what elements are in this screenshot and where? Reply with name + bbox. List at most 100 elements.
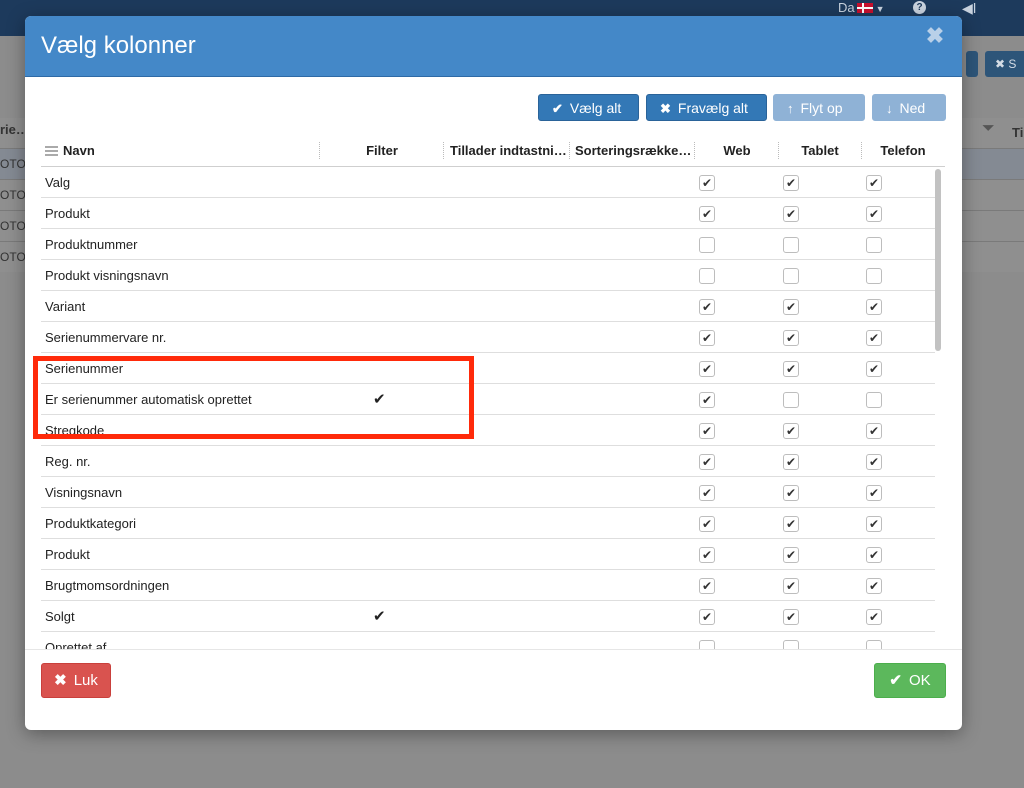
list-icon	[45, 146, 58, 156]
row-name: Reg. nr.	[45, 454, 91, 469]
table-row[interactable]: Produkt ✔ ✔ ✔	[41, 539, 935, 570]
table-row[interactable]: Serienummervare nr. ✔ ✔ ✔	[41, 322, 935, 353]
tablet-checkbox[interactable]: ✔	[783, 516, 799, 532]
caret-down-icon: ▼	[875, 4, 885, 14]
web-checkbox[interactable]: ✔	[699, 423, 715, 439]
tablet-checkbox[interactable]	[783, 640, 799, 649]
phone-checkbox[interactable]	[866, 268, 882, 284]
tablet-checkbox[interactable]: ✔	[783, 423, 799, 439]
tablet-checkbox[interactable]: ✔	[783, 175, 799, 191]
column-header-web[interactable]: Web	[696, 134, 778, 167]
background-toolbar-button: ✖ S	[985, 51, 1024, 77]
column-divider	[569, 142, 570, 159]
table-row[interactable]: Solgt ✔ ✔ ✔ ✔	[41, 601, 935, 632]
phone-checkbox[interactable]: ✔	[866, 578, 882, 594]
web-checkbox[interactable]	[699, 640, 715, 649]
tablet-checkbox[interactable]	[783, 237, 799, 253]
web-checkbox[interactable]: ✔	[699, 485, 715, 501]
row-name: Produkt	[45, 206, 90, 221]
phone-checkbox[interactable]	[866, 237, 882, 253]
web-checkbox[interactable]: ✔	[699, 330, 715, 346]
filter-check-icon: ✔	[373, 608, 386, 625]
move-up-button[interactable]: ↑ Flyt op	[773, 94, 865, 121]
table-row[interactable]: Produktnummer	[41, 229, 935, 260]
web-checkbox[interactable]: ✔	[699, 299, 715, 315]
column-header-phone[interactable]: Telefon	[863, 134, 943, 167]
column-divider	[694, 142, 695, 159]
tablet-checkbox[interactable]: ✔	[783, 361, 799, 377]
deselect-all-button[interactable]: ✖ Fravælg alt	[646, 94, 767, 121]
phone-checkbox[interactable]: ✔	[866, 485, 882, 501]
arrow-up-icon: ↑	[787, 101, 794, 116]
grid-scrollbar[interactable]	[935, 169, 941, 351]
table-row[interactable]: Variant ✔ ✔ ✔	[41, 291, 935, 322]
row-name: Oprettet af	[45, 640, 107, 649]
web-checkbox[interactable]: ✔	[699, 516, 715, 532]
tablet-checkbox[interactable]: ✔	[783, 578, 799, 594]
speaker-icon[interactable]: ◀ǀ	[962, 0, 976, 16]
phone-checkbox[interactable]: ✔	[866, 516, 882, 532]
x-icon: ✖	[660, 101, 671, 116]
row-name: Serienummervare nr.	[45, 330, 167, 345]
tablet-checkbox[interactable]: ✔	[783, 547, 799, 563]
table-row[interactable]: Oprettet af	[41, 632, 935, 649]
row-name: Produktnummer	[45, 237, 138, 252]
close-icon[interactable]: ✖	[925, 25, 945, 47]
web-checkbox[interactable]: ✔	[699, 547, 715, 563]
language-selector[interactable]: Da ▼	[838, 0, 885, 17]
web-checkbox[interactable]	[699, 268, 715, 284]
web-checkbox[interactable]: ✔	[699, 361, 715, 377]
ok-button[interactable]: ✔ OK	[874, 663, 946, 698]
move-down-button[interactable]: ↓ Ned	[872, 94, 946, 121]
tablet-checkbox[interactable]: ✔	[783, 299, 799, 315]
phone-checkbox[interactable]: ✔	[866, 361, 882, 377]
web-checkbox[interactable]: ✔	[699, 392, 715, 408]
arrow-down-icon: ↓	[886, 101, 893, 116]
phone-checkbox[interactable]: ✔	[866, 175, 882, 191]
phone-checkbox[interactable]	[866, 392, 882, 408]
close-icon: ✖	[995, 57, 1009, 71]
web-checkbox[interactable]: ✔	[699, 609, 715, 625]
column-divider	[778, 142, 779, 159]
web-checkbox[interactable]: ✔	[699, 206, 715, 222]
web-checkbox[interactable]: ✔	[699, 578, 715, 594]
tablet-checkbox[interactable]: ✔	[783, 330, 799, 346]
select-all-button[interactable]: ✔ Vælg alt	[538, 94, 639, 121]
tablet-checkbox[interactable]	[783, 268, 799, 284]
help-icon[interactable]: ?	[913, 1, 926, 14]
web-checkbox[interactable]	[699, 237, 715, 253]
web-checkbox[interactable]: ✔	[699, 175, 715, 191]
tablet-checkbox[interactable]	[783, 392, 799, 408]
dialog-title: Vælg kolonner	[41, 32, 196, 59]
phone-checkbox[interactable]: ✔	[866, 330, 882, 346]
phone-checkbox[interactable]: ✔	[866, 609, 882, 625]
phone-checkbox[interactable]	[866, 640, 882, 649]
tablet-checkbox[interactable]: ✔	[783, 454, 799, 470]
tablet-checkbox[interactable]: ✔	[783, 609, 799, 625]
column-header-tablet[interactable]: Tablet	[780, 134, 860, 167]
tablet-checkbox[interactable]: ✔	[783, 485, 799, 501]
web-checkbox[interactable]: ✔	[699, 454, 715, 470]
phone-checkbox[interactable]: ✔	[866, 454, 882, 470]
row-name: Brugtmomsordningen	[45, 578, 170, 593]
background-column-header: Ti	[1012, 125, 1024, 140]
column-header-name[interactable]: Navn	[41, 134, 311, 167]
tablet-checkbox[interactable]: ✔	[783, 206, 799, 222]
phone-checkbox[interactable]: ✔	[866, 423, 882, 439]
column-divider	[443, 142, 444, 159]
column-header-allow-entry[interactable]: Tillader indtastni…	[450, 134, 568, 167]
table-row[interactable]: Produkt ✔ ✔ ✔	[41, 198, 935, 229]
close-button[interactable]: ✖ Luk	[41, 663, 111, 698]
table-row[interactable]: Produktkategori ✔ ✔ ✔	[41, 508, 935, 539]
column-header-filter[interactable]: Filter	[321, 134, 443, 167]
phone-checkbox[interactable]: ✔	[866, 299, 882, 315]
phone-checkbox[interactable]: ✔	[866, 206, 882, 222]
table-row[interactable]: Produkt visningsnavn	[41, 260, 935, 291]
table-row[interactable]: Brugtmomsordningen ✔ ✔ ✔	[41, 570, 935, 601]
table-row[interactable]: Valg ✔ ✔ ✔	[41, 167, 935, 198]
table-row[interactable]: Visningsnavn ✔ ✔ ✔	[41, 477, 935, 508]
column-header-sort-order[interactable]: Sorteringsrække…	[575, 134, 693, 167]
table-row[interactable]: Reg. nr. ✔ ✔ ✔	[41, 446, 935, 477]
phone-checkbox[interactable]: ✔	[866, 547, 882, 563]
danish-flag-icon	[856, 3, 873, 13]
